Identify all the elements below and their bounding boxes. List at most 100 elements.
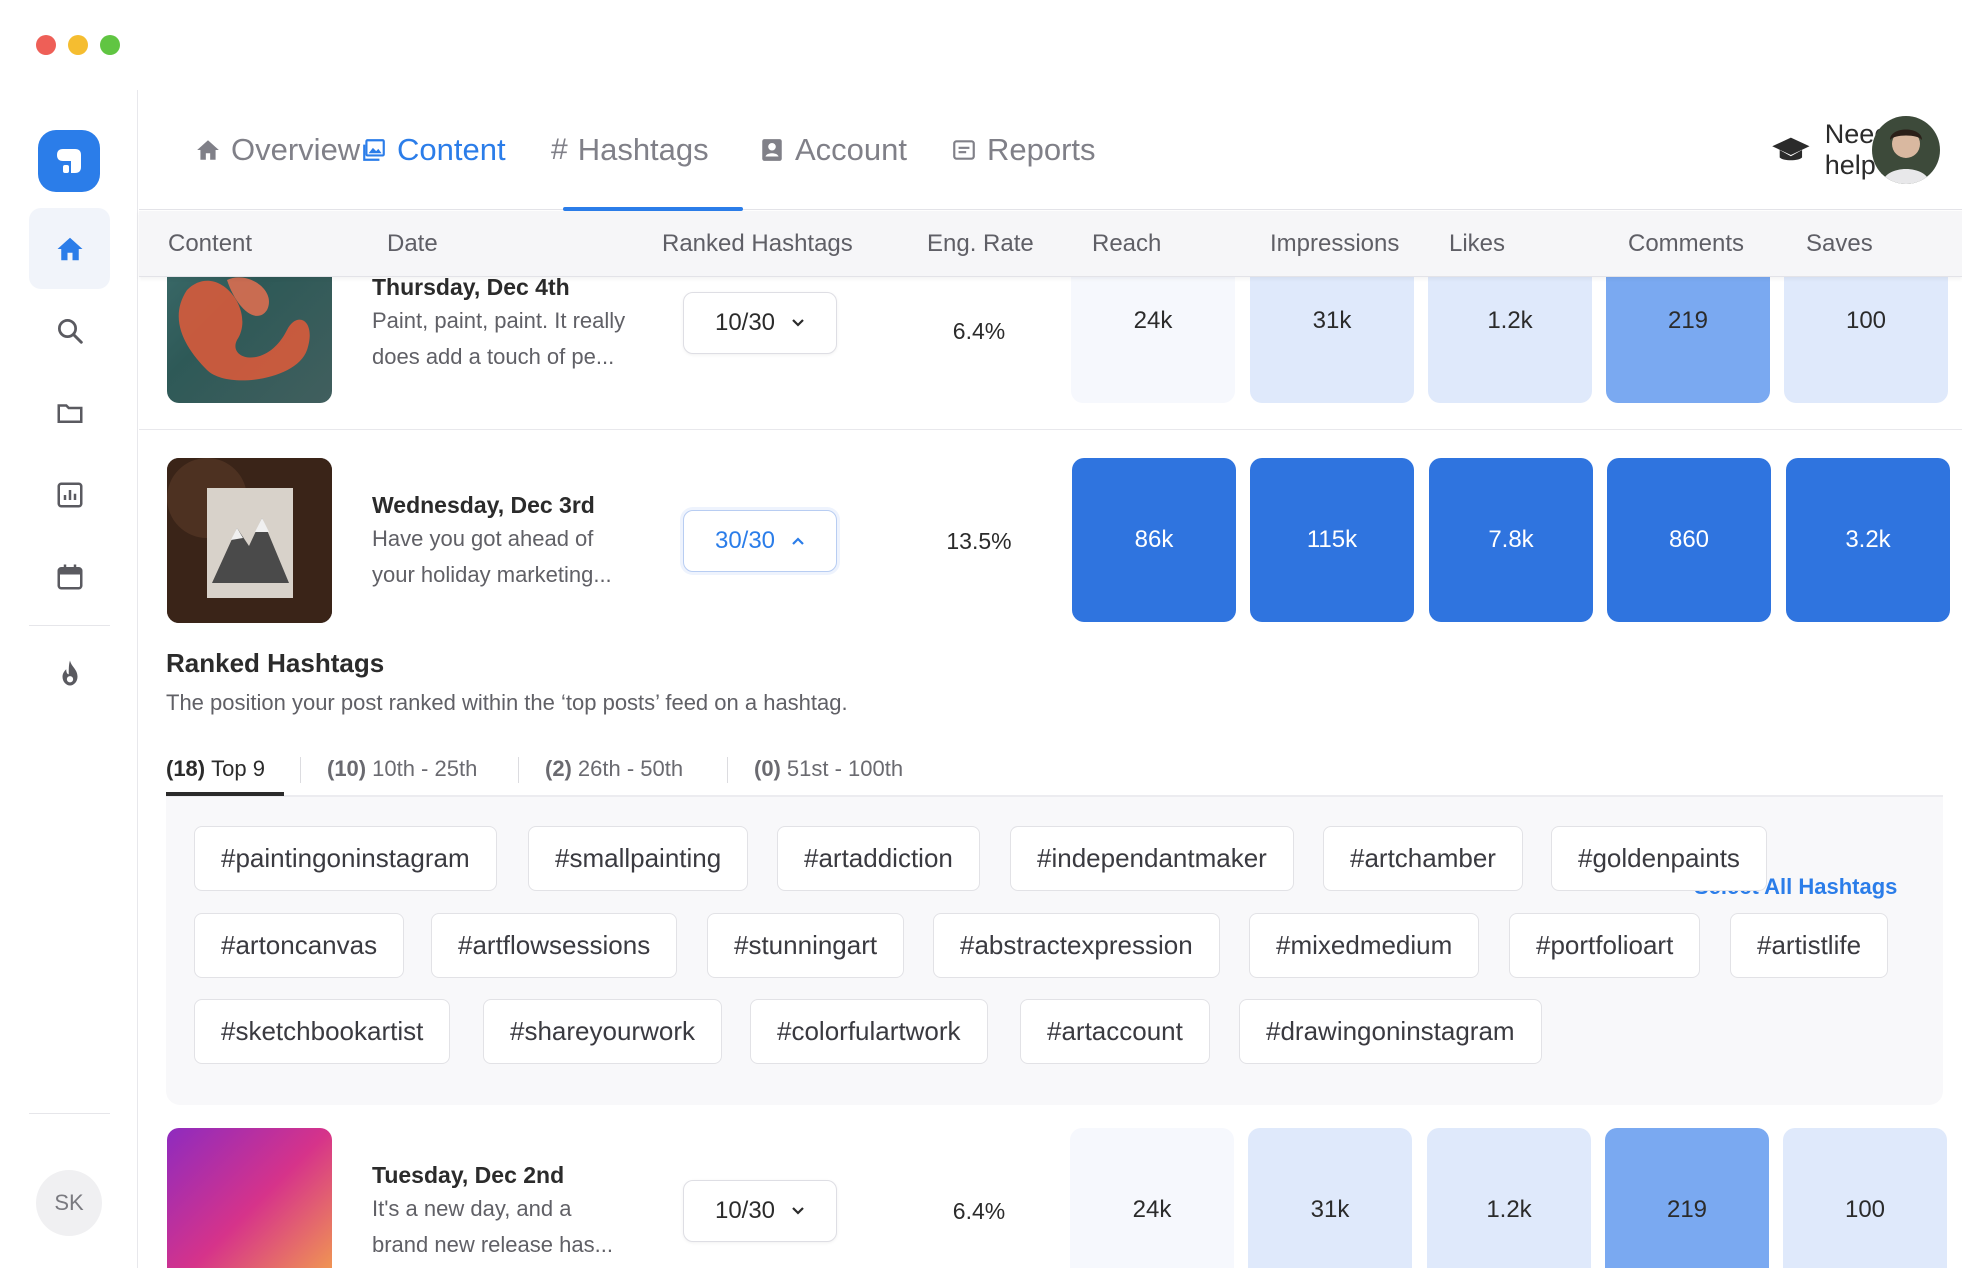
hashtag-chip[interactable]: #artistlife [1730, 913, 1889, 978]
tab-10th-25th[interactable]: (10) 10th - 25th [327, 745, 477, 793]
tab-top-9[interactable]: (18) Top 9 [166, 745, 265, 793]
column-header-ranked-hashtags[interactable]: Ranked Hashtags [662, 211, 853, 277]
hashtag-chip[interactable]: #shareyourwork [483, 999, 722, 1064]
eng-rate-value: 13.5% [946, 528, 1012, 554]
close-window-dot[interactable] [36, 35, 56, 55]
post-date: Thursday, Dec 4th [372, 274, 570, 300]
ranked-hashtags-title: Ranked Hashtags [166, 648, 385, 678]
ranked-hashtags-dropdown[interactable]: 10/30 [683, 1180, 837, 1242]
likes-cell: 1.2k [1427, 1128, 1591, 1268]
column-header-comments[interactable]: Comments [1628, 211, 1744, 277]
app-logo-icon[interactable] [38, 130, 100, 192]
caption-line: your holiday marketing... [372, 562, 612, 587]
tab-count: (10) [327, 756, 367, 781]
caption-line: Paint, paint, paint. It really [372, 308, 626, 333]
maximize-window-dot[interactable] [100, 35, 120, 55]
row-divider [139, 429, 1962, 430]
tab-count: (2) [545, 756, 572, 781]
hashtag-chip[interactable]: #drawingoninstagram [1239, 999, 1542, 1064]
hashtag-chip[interactable]: #abstractexpression [933, 913, 1220, 978]
post-date: Tuesday, Dec 2nd [372, 1162, 565, 1188]
tab-51st-100th[interactable]: (0) 51st - 100th [754, 745, 903, 793]
hashtag-chip[interactable]: #colorfulartwork [750, 999, 988, 1064]
sidebar-divider [29, 625, 110, 626]
hashtag-chip[interactable]: #stunningart [707, 913, 905, 978]
search-icon[interactable] [29, 290, 110, 371]
hashtag-chip[interactable]: #mixedmedium [1249, 913, 1480, 978]
user-initials-avatar[interactable]: SK [36, 1170, 102, 1236]
tab-hashtags[interactable]: # Hashtags [551, 90, 709, 210]
hashtag-chip[interactable]: #artflowsessions [431, 913, 678, 978]
eng-rate-value: 6.4% [952, 1198, 1006, 1224]
ranked-count: 10/30 [714, 309, 776, 336]
fire-icon[interactable] [29, 632, 110, 713]
ranked-hashtags-subtitle: The position your post ranked within the… [166, 690, 848, 715]
calendar-icon[interactable] [29, 536, 110, 617]
caption-line: It's a new day, and a [372, 1196, 572, 1221]
ranked-hashtags-dropdown[interactable]: 30/30 [683, 510, 837, 572]
hashtag-chip[interactable]: #independantmaker [1010, 826, 1294, 891]
comments-cell: 860 [1607, 458, 1771, 622]
post-thumbnail[interactable] [167, 458, 332, 623]
graduation-cap-icon [1772, 137, 1810, 161]
tab-reports[interactable]: Reports [951, 90, 1096, 210]
rank-range-tabs: (18) Top 9 (10) 10th - 25th (2) 26th - 5… [166, 745, 1943, 797]
reach-cell: 86k [1072, 458, 1236, 622]
comments-cell: 219 [1605, 1128, 1769, 1268]
column-header-saves[interactable]: Saves [1806, 211, 1873, 277]
home-icon[interactable] [29, 208, 110, 289]
post-thumbnail[interactable] [167, 1128, 332, 1268]
tab-overview[interactable]: Overview [195, 90, 360, 210]
impressions-cell: 115k [1250, 458, 1414, 622]
tab-count: (18) [166, 756, 206, 781]
tab-label: Overview [231, 132, 361, 167]
ranked-count: 30/30 [714, 527, 776, 554]
hashtag-chip[interactable]: #paintingoninstagram [194, 826, 497, 891]
minimize-window-dot[interactable] [68, 35, 88, 55]
tab-divider [727, 757, 728, 783]
caption-line: Have you got ahead of [372, 526, 594, 551]
profile-avatar[interactable] [1872, 116, 1940, 184]
sidebar: SK [0, 90, 138, 1268]
sidebar-divider-bottom [29, 1113, 110, 1114]
column-header-content[interactable]: Content [168, 211, 252, 277]
tab-label: 10th - 25th [372, 756, 478, 781]
column-header-likes[interactable]: Likes [1449, 211, 1505, 277]
hashtag-chip[interactable]: #smallpainting [528, 826, 749, 891]
saves-cell: 3.2k [1786, 458, 1950, 622]
tab-account[interactable]: Account [759, 90, 907, 210]
table-row[interactable]: Wednesday, Dec 3rd Have you got ahead of… [139, 458, 1962, 626]
tab-26th-50th[interactable]: (2) 26th - 50th [545, 745, 683, 793]
hashtag-chip[interactable]: #artaccount [1020, 999, 1210, 1064]
hash-icon: # [551, 133, 568, 166]
caption-line: does add a touch of pe... [372, 344, 615, 369]
tab-label: Hashtags [577, 132, 709, 167]
column-header-reach[interactable]: Reach [1092, 211, 1161, 277]
tab-label: Account [795, 132, 908, 167]
table-row[interactable]: Tuesday, Dec 2nd It's a new day, and a b… [139, 1128, 1962, 1268]
window-controls [36, 35, 120, 55]
hashtag-chip[interactable]: #sketchbookartist [194, 999, 451, 1064]
post-caption: Paint, paint, paint. It really does add … [372, 303, 642, 375]
impressions-cell: 31k [1248, 1128, 1412, 1268]
chart-icon[interactable] [29, 454, 110, 535]
hashtag-chip[interactable]: #artaddiction [777, 826, 980, 891]
tab-divider [518, 757, 519, 783]
column-header-eng-rate[interactable]: Eng. Rate [927, 211, 1034, 277]
caption-line: brand new release has... [372, 1232, 613, 1257]
tab-label: Content [397, 132, 506, 167]
hashtag-chip[interactable]: #artoncanvas [194, 913, 405, 978]
column-header-date[interactable]: Date [387, 211, 438, 277]
folder-icon[interactable] [29, 372, 110, 453]
post-date: Wednesday, Dec 3rd [372, 492, 595, 518]
ranked-hashtags-dropdown[interactable]: 10/30 [683, 292, 837, 354]
hashtag-chip[interactable]: #artchamber [1323, 826, 1523, 891]
tab-content[interactable]: Content [361, 90, 506, 210]
hashtag-chip[interactable]: #goldenpaints [1551, 826, 1767, 891]
tab-divider [300, 757, 301, 783]
reach-cell: 24k [1070, 1128, 1234, 1268]
tab-label: Reports [987, 132, 1096, 167]
column-header-impressions[interactable]: Impressions [1270, 211, 1399, 277]
hashtag-chip[interactable]: #portfolioart [1509, 913, 1701, 978]
home-icon [197, 140, 219, 160]
